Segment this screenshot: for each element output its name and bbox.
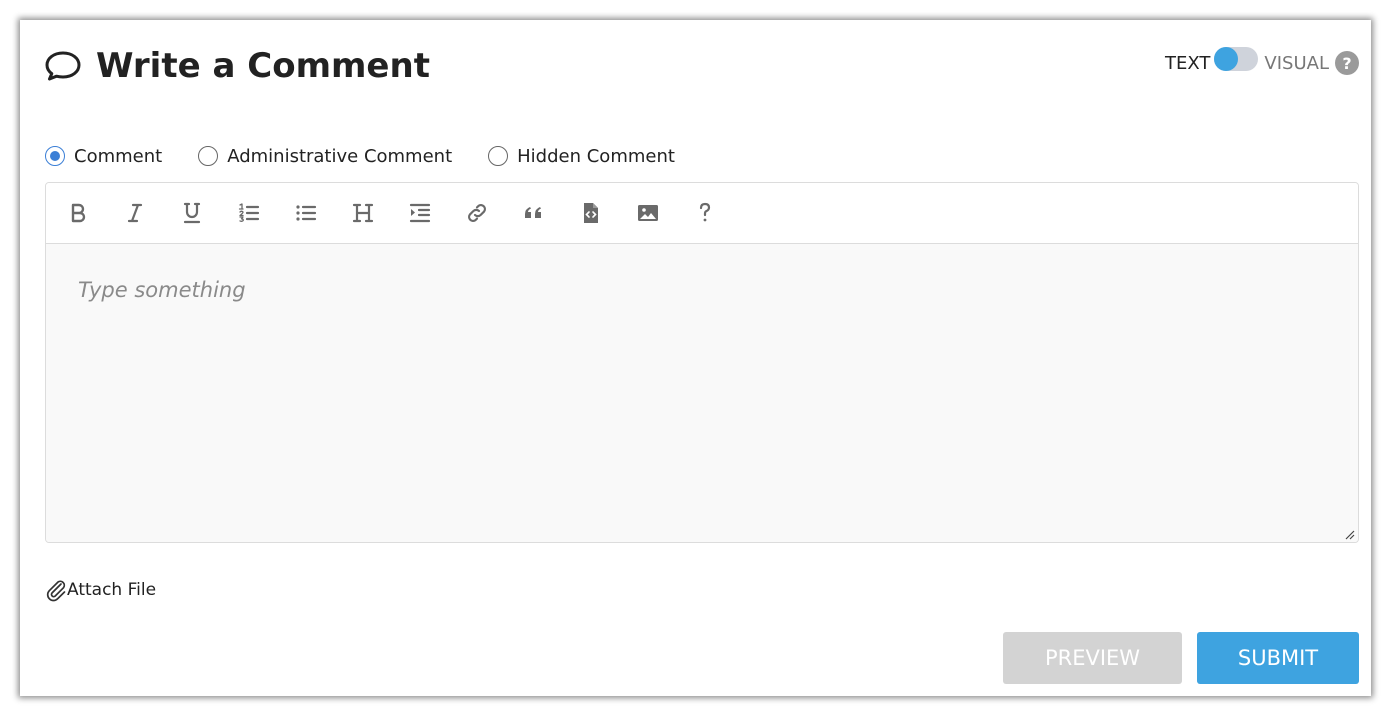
editor-toolbar	[46, 183, 1358, 244]
image-icon[interactable]	[631, 196, 665, 230]
indent-icon[interactable]	[403, 196, 437, 230]
text-mode-label[interactable]: TEXT	[1165, 53, 1210, 74]
submit-button[interactable]: SUBMIT	[1197, 632, 1359, 684]
comment-panel: Write a Comment TEXT VISUAL ? Comment Ad…	[20, 20, 1371, 696]
question-mark-icon[interactable]	[688, 196, 722, 230]
visual-mode-label[interactable]: VISUAL	[1264, 53, 1329, 74]
help-icon[interactable]: ?	[1335, 51, 1359, 75]
speech-bubble-icon	[44, 49, 82, 83]
attach-file-label: Attach File	[67, 580, 157, 600]
radio-button[interactable]	[198, 146, 219, 166]
radio-label: Comment	[74, 145, 163, 167]
radio-hidden-comment[interactable]: Hidden Comment	[488, 146, 675, 167]
radio-administrative-comment[interactable]: Administrative Comment	[198, 146, 452, 167]
underline-icon[interactable]	[175, 196, 209, 230]
resize-handle-icon[interactable]	[1343, 528, 1355, 540]
mode-switch[interactable]	[1214, 47, 1259, 71]
bold-icon[interactable]	[61, 196, 95, 230]
code-file-icon[interactable]	[574, 196, 608, 230]
radio-label: Administrative Comment	[227, 145, 453, 167]
textarea-placeholder: Type something	[78, 278, 246, 302]
ordered-list-icon[interactable]	[232, 196, 266, 230]
markdown-editor: Type something	[45, 182, 1359, 543]
editor-mode-toggle: TEXT VISUAL ?	[1165, 46, 1359, 80]
page-background: Write a Comment TEXT VISUAL ? Comment Ad…	[0, 0, 1391, 716]
link-icon[interactable]	[460, 196, 494, 230]
comment-textarea[interactable]: Type something	[46, 244, 1358, 542]
preview-button[interactable]: PREVIEW	[1003, 632, 1182, 684]
radio-button[interactable]	[488, 146, 509, 166]
comment-type-radios: Comment Administrative Comment Hidden Co…	[45, 143, 711, 169]
page-title: Write a Comment	[96, 46, 430, 86]
radio-label: Hidden Comment	[517, 145, 675, 167]
quote-icon[interactable]	[517, 196, 551, 230]
radio-comment[interactable]: Comment	[45, 146, 162, 167]
header: Write a Comment	[44, 44, 430, 88]
unordered-list-icon[interactable]	[289, 196, 323, 230]
radio-button[interactable]	[45, 146, 65, 166]
paperclip-icon	[46, 580, 66, 602]
attach-file-link[interactable]: Attach File	[45, 577, 156, 603]
heading-icon[interactable]	[346, 196, 380, 230]
italic-icon[interactable]	[118, 196, 152, 230]
switch-knob	[1214, 47, 1239, 71]
